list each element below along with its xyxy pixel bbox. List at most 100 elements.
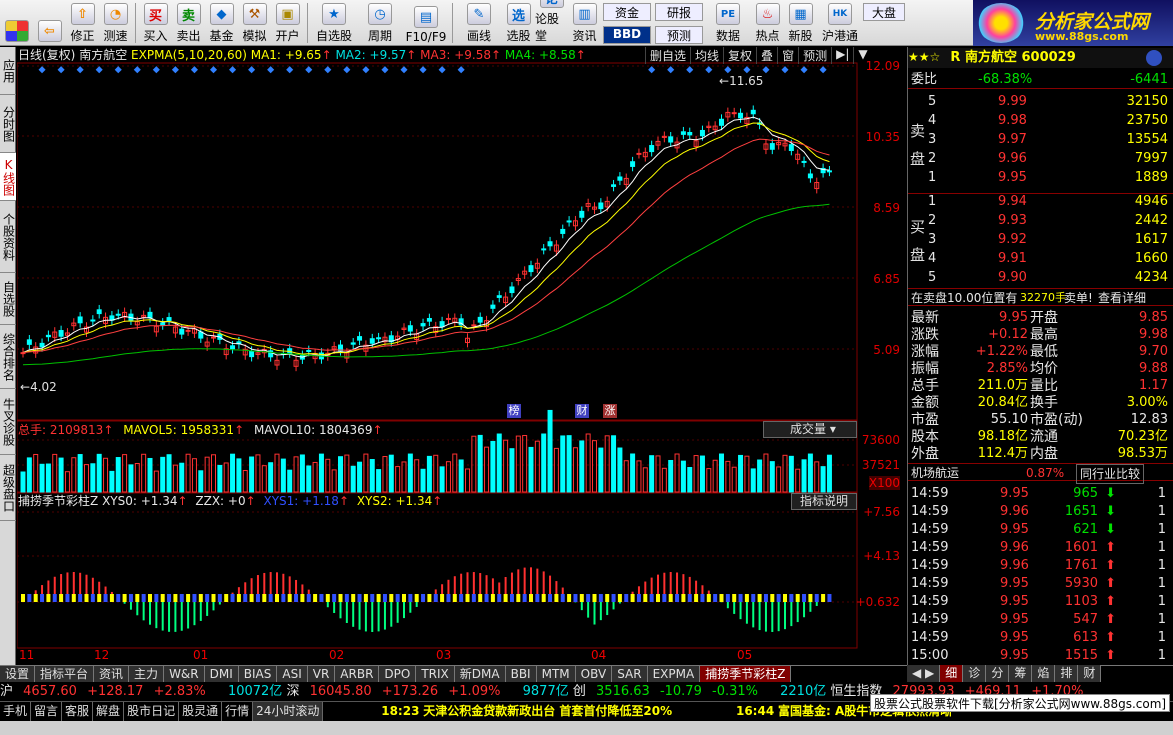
indicator-help-button[interactable]: 指标说明 [791,493,857,510]
overlay-button[interactable]: 叠 [756,47,777,64]
window-button[interactable]: 窗 [777,47,798,64]
market-button[interactable]: 大盘 [863,3,905,21]
forecast-button[interactable]: 预测 [655,25,703,44]
correct-button[interactable]: ⇧ 修正 [66,0,99,46]
indicator-tab[interactable]: SAR [612,666,648,682]
event-tag-list[interactable]: 榜 [507,404,521,418]
status-quote[interactable]: 行情 [222,702,254,721]
indicator-tab[interactable]: 主力 [129,666,165,682]
status-24h-news[interactable]: 24小时滚动 [253,702,324,721]
back-button[interactable]: ⇦ [33,0,66,46]
peer-compare-button[interactable]: 同行业比较 [1076,464,1145,484]
indicator-tab[interactable]: MTM [536,666,576,682]
volume-bar [820,466,826,493]
quote-tab[interactable]: 财 [1078,665,1102,682]
quote-tab[interactable]: 细 [940,665,964,682]
bid-row[interactable]: 1 9.94 4946 [908,193,1173,211]
bid-row[interactable]: 4 9.91 1660 [908,250,1173,268]
buy-button[interactable]: 买买入 [139,0,172,46]
indicator-tab[interactable]: DPO [379,666,417,682]
indicator-tab[interactable]: BIAS [238,666,278,682]
hk-connect-button[interactable]: HK 沪港通 [817,0,863,46]
period-button[interactable]: ◷ 周期 [357,0,403,46]
status-message[interactable]: 留言 [31,702,63,721]
simulate-button[interactable]: ⚒ 模拟 [238,0,271,46]
indicator-tab[interactable]: VR [307,666,336,682]
indicator-tab[interactable]: DMI [204,666,239,682]
tab-kline[interactable]: K线图 [0,153,16,201]
quote-tab[interactable]: 排 [1055,665,1079,682]
ask-row[interactable]: 4 9.98 23750 [908,112,1173,130]
sell-button[interactable]: 卖卖出 [172,0,205,46]
download-banner[interactable]: 股票公式股票软件下载[分析家公式网www.88gs.com] [870,694,1171,712]
indicator-tab[interactable]: TRIX [416,666,455,682]
indicator-tab[interactable]: 设置 [0,666,36,682]
draw-line-button[interactable]: ✎ 画线 [456,0,502,46]
f10-button[interactable]: ▤ F10/F9 [403,0,449,46]
remove-watchlist-button[interactable]: 删自选 [645,47,690,64]
data-button[interactable]: PE 数据 [705,0,751,46]
candle-body [496,295,502,298]
tab-apps[interactable]: 应用 [0,47,16,95]
quote-tab[interactable]: 焰 [1032,665,1056,682]
new-stock-button[interactable]: ▦ 新股 [784,0,817,46]
indicator-tab[interactable]: W&R [164,666,205,682]
capital-button[interactable]: 资金 [603,2,651,21]
tab-intraday[interactable]: 分时图 [0,95,16,153]
indicator-tab[interactable]: 资讯 [94,666,130,682]
tab-diagnosis[interactable]: 牛叉诊股 [0,389,16,455]
indicator-tab[interactable]: BBI [505,666,537,682]
event-tag-finance[interactable]: 财 [575,404,589,418]
panel-toggle-icon[interactable]: ▶| [831,47,853,64]
globe-icon[interactable] [1146,50,1162,66]
indicator-tab[interactable]: 捕捞季节彩柱Z [700,666,792,682]
volume-indicator-dropdown[interactable]: 成交量 ▾ [763,421,857,438]
ask-row[interactable]: 2 9.96 7997 [908,150,1173,168]
open-account-button[interactable]: ▣ 开户 [271,0,304,46]
quote-tab[interactable]: 诊 [963,665,987,682]
stock-screen-button[interactable]: 选选股 [502,0,535,46]
hotspot-button[interactable]: ♨ 热点 [751,0,784,46]
bid-row[interactable]: 5 9.90 4234 [908,269,1173,287]
status-gulingtong[interactable]: 股灵通 [179,702,223,721]
ask-row[interactable]: 1 9.95 1889 [908,169,1173,187]
forum-button[interactable]: 论论股堂 [535,0,568,46]
indicator-tab[interactable]: ASI [277,666,308,682]
fund-button[interactable]: ◆ 基金 [205,0,238,46]
tab-watchlist[interactable]: 自选股 [0,273,16,325]
indicator-tab[interactable]: 指标平台 [35,666,95,682]
indicator-tab[interactable]: ARBR [335,666,380,682]
bbd-button[interactable]: BBD [603,25,651,44]
forecast-chart-button[interactable]: 预测 [798,47,831,64]
bid-row[interactable]: 2 9.93 2442 [908,212,1173,230]
status-service[interactable]: 客服 [62,702,94,721]
tab-stock-info[interactable]: 个股资料 [0,201,16,273]
status-mobile[interactable]: 手机 [0,702,32,721]
stat-value: +1.22% [975,344,1028,359]
watchlist-button[interactable]: ★ 自选股 [311,0,357,46]
ma-button[interactable]: 均线 [690,47,723,64]
ask-row[interactable]: 3 9.97 13554 [908,131,1173,149]
research-button[interactable]: 研报 [655,2,703,21]
speed-test-button[interactable]: ◔ 测速 [99,0,132,46]
quote-tab[interactable]: 分 [986,665,1010,682]
status-analysis[interactable]: 解盘 [93,702,125,721]
news-button[interactable]: ▥ 资讯 [568,0,601,46]
news-headline[interactable]: 天津公积金贷款新政出台 首套首付降低至20% [423,704,672,718]
kline-chart-area[interactable]: 日线(复权) 南方航空 EXPMA(5,10,20,60) MA1: +9.65… [17,47,906,665]
windows-menu-icon[interactable] [0,0,33,46]
view-detail-link[interactable]: 查看详细 [1098,289,1146,307]
ask-row[interactable]: 5 9.99 32150 [908,93,1173,111]
indicator-tab[interactable]: OBV [575,666,613,682]
status-diary[interactable]: 股市日记 [124,702,180,721]
quote-tab[interactable]: 筹 [1009,665,1033,682]
adjust-button[interactable]: 复权 [723,47,756,64]
indicator-tab[interactable]: EXPMA [647,666,701,682]
tab-ranking[interactable]: 综合排名 [0,325,16,389]
tab-nav-arrows[interactable]: ◀ ▶ [907,665,941,682]
event-tag-limit[interactable]: 涨 [603,404,617,418]
indicator-tab[interactable]: 新DMA [454,666,506,682]
signal-diamond-icon [209,66,218,74]
bid-row[interactable]: 3 9.92 1617 [908,231,1173,249]
tab-super-level[interactable]: 超级盘口 [0,455,16,521]
